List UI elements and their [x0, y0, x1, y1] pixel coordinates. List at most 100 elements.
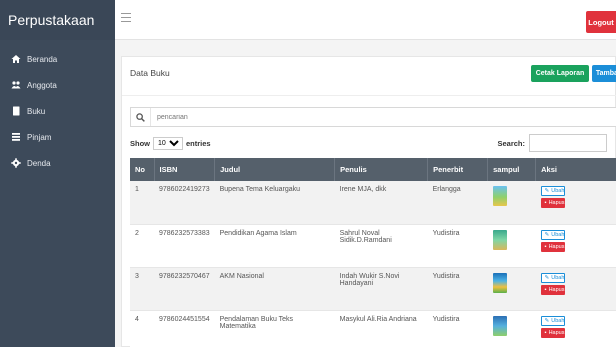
- book-table: No ISBN Judul Penulis Penerbit sampul Ak…: [130, 158, 616, 347]
- cell-judul: Bupena Tema Keluargaku: [214, 181, 335, 225]
- sidebar-nav: Beranda Anggota Buku Pinjam Denda: [0, 40, 115, 176]
- edit-button[interactable]: ✎ Ubah: [540, 186, 565, 196]
- edit-label: Ubah: [551, 274, 565, 281]
- edit-icon: ✎: [544, 317, 550, 324]
- cell-penulis: Irene MJA, dkk: [334, 181, 428, 225]
- cell-sampul: [487, 181, 536, 225]
- table-row: 2 9786232573383 Pendidikan Agama Islam S…: [130, 224, 616, 268]
- entries-label: entries: [186, 139, 211, 148]
- table-header-row: No ISBN Judul Penulis Penerbit sampul Ak…: [130, 158, 616, 181]
- cell-sampul: [487, 267, 536, 311]
- book-cover-image: [492, 229, 507, 250]
- home-icon: [10, 54, 22, 64]
- edit-label: Ubah: [551, 231, 565, 238]
- col-judul[interactable]: Judul: [214, 158, 336, 181]
- sidebar: Perpustakaan Beranda Anggota Buku Pinjam…: [0, 0, 115, 347]
- page-title: Data Buku: [130, 68, 170, 78]
- brand-title[interactable]: Perpustakaan: [0, 0, 115, 40]
- delete-label: Hapus: [548, 286, 565, 293]
- cell-aksi: ✎ Ubah ▪ Hapus: [535, 181, 616, 225]
- cell-aksi: ✎ Ubah ▪ Hapus: [535, 224, 616, 268]
- sidebar-item-anggota[interactable]: Anggota: [0, 72, 115, 98]
- sidebar-item-label: Beranda: [27, 54, 58, 64]
- entries-select[interactable]: 10: [153, 137, 183, 150]
- edit-button[interactable]: ✎ Ubah: [540, 272, 565, 283]
- sidebar-item-label: Denda: [27, 158, 51, 168]
- cell-judul: Pendalaman Buku Teks Matematika: [214, 310, 335, 347]
- table-search-label: Search:: [497, 138, 525, 148]
- cell-penerbit: Yudistira: [427, 310, 488, 347]
- sidebar-item-denda[interactable]: Denda: [0, 150, 115, 176]
- col-sampul[interactable]: sampul: [487, 158, 537, 181]
- edit-icon: ✎: [544, 231, 550, 238]
- tambah-button[interactable]: Tambah: [592, 65, 616, 82]
- cell-penulis: Indah Wukir S.Novi Handayani: [334, 267, 428, 311]
- delete-label: Hapus: [548, 200, 565, 206]
- delete-button[interactable]: ▪ Hapus: [540, 198, 565, 208]
- edit-label: Ubah: [551, 188, 565, 194]
- top-bar: Logout: [115, 0, 616, 40]
- cell-penerbit: Erlangga: [427, 181, 488, 225]
- trash-icon: ▪: [544, 329, 547, 336]
- col-penerbit[interactable]: Penerbit: [427, 158, 489, 181]
- book-icon: [10, 106, 22, 116]
- trash-icon: ▪: [544, 200, 547, 206]
- cell-no: 2: [130, 224, 154, 268]
- sidebar-item-beranda[interactable]: Beranda: [0, 46, 115, 72]
- cell-sampul: [487, 310, 536, 347]
- sidebar-item-buku[interactable]: Buku: [0, 98, 115, 124]
- edit-button[interactable]: ✎ Ubah: [540, 315, 565, 326]
- delete-button[interactable]: ▪ Hapus: [540, 284, 565, 295]
- cell-judul: Pendidikan Agama Islam: [214, 224, 335, 268]
- data-card: Data Buku Cetak Laporan Tambah Show 10 e…: [121, 56, 616, 347]
- book-cover-image: [492, 315, 507, 336]
- cell-isbn: 9786024451554: [154, 310, 215, 347]
- cell-sampul: [487, 224, 536, 268]
- edit-icon: ✎: [544, 274, 550, 281]
- users-icon: [10, 80, 22, 90]
- search-bar: [130, 107, 616, 127]
- cell-penulis: Masykul Ali.Ria Andriana: [334, 310, 428, 347]
- main-content: Data Buku Cetak Laporan Tambah Show 10 e…: [115, 40, 616, 347]
- cell-no: 4: [130, 310, 154, 347]
- col-aksi[interactable]: Aksi: [535, 158, 616, 181]
- search-icon: [131, 108, 151, 126]
- table-search-input[interactable]: [529, 134, 607, 152]
- cetak-laporan-button[interactable]: Cetak Laporan: [531, 65, 589, 82]
- sidebar-item-label: Pinjam: [27, 132, 52, 142]
- cell-aksi: ✎ Ubah ▪ Hapus: [535, 267, 616, 311]
- col-no[interactable]: No: [130, 158, 155, 181]
- sidebar-item-label: Anggota: [27, 80, 57, 90]
- col-isbn[interactable]: ISBN: [154, 158, 216, 181]
- table-search: Search:: [497, 134, 607, 152]
- show-label: Show: [130, 139, 150, 148]
- cell-penulis: Sahrul Noval Sidik.D.Ramdani: [334, 224, 428, 268]
- cell-isbn: 9786232570467: [154, 267, 215, 311]
- book-cover-image: [492, 186, 507, 206]
- edit-icon: ✎: [544, 188, 550, 194]
- cell-aksi: ✎ Ubah ▪ Hapus: [535, 310, 616, 347]
- sidebar-item-label: Buku: [27, 106, 46, 116]
- table-row: 1 9786022419273 Bupena Tema Keluargaku I…: [130, 181, 616, 225]
- gear-icon: [10, 158, 22, 168]
- edit-button[interactable]: ✎ Ubah: [540, 229, 565, 240]
- trash-icon: ▪: [544, 286, 547, 293]
- cell-no: 1: [130, 181, 154, 225]
- search-input[interactable]: [151, 113, 451, 121]
- cell-penerbit: Yudistira: [427, 224, 488, 268]
- delete-label: Hapus: [548, 329, 565, 336]
- cell-judul: AKM Nasional: [214, 267, 335, 311]
- delete-button[interactable]: ▪ Hapus: [540, 327, 565, 338]
- cell-isbn: 9786022419273: [154, 181, 215, 225]
- logout-button[interactable]: Logout: [586, 11, 616, 33]
- edit-label: Ubah: [551, 317, 565, 324]
- list-icon: [10, 132, 22, 142]
- delete-button[interactable]: ▪ Hapus: [540, 241, 565, 252]
- cell-no: 3: [130, 267, 154, 311]
- col-penulis[interactable]: Penulis: [334, 158, 429, 181]
- book-cover-image: [492, 272, 507, 293]
- sidebar-item-pinjam[interactable]: Pinjam: [0, 124, 115, 150]
- menu-toggle-icon[interactable]: [121, 13, 131, 23]
- table-row: 4 9786024451554 Pendalaman Buku Teks Mat…: [130, 310, 616, 347]
- entries-control: Show 10 entries: [130, 137, 211, 150]
